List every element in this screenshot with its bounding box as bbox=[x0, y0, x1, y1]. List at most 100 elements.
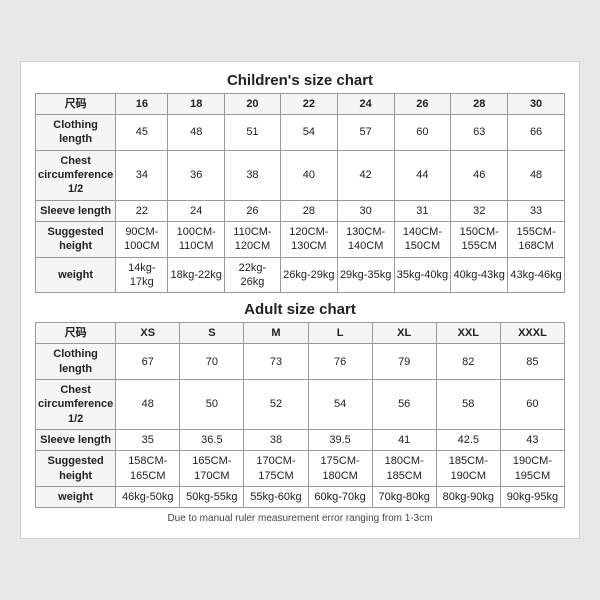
cell-value: 110CM-120CM bbox=[224, 221, 280, 257]
adult-header-row: 尺码XSSMLXLXXLXXXL bbox=[36, 323, 565, 344]
row-label: Clothing length bbox=[36, 344, 116, 380]
row-label: Chest circumference 1/2 bbox=[36, 150, 116, 200]
cell-value: 85 bbox=[500, 344, 564, 380]
cell-value: 31 bbox=[394, 200, 451, 221]
children-col-30: 30 bbox=[508, 93, 565, 114]
table-row: Sleeve length3536.53839.54142.543 bbox=[36, 429, 565, 450]
cell-value: 140CM-150CM bbox=[394, 221, 451, 257]
cell-value: 22kg-26kg bbox=[224, 257, 280, 293]
cell-value: 24 bbox=[168, 200, 225, 221]
cell-value: 38 bbox=[224, 150, 280, 200]
cell-value: 52 bbox=[244, 380, 308, 430]
row-label: Suggested height bbox=[36, 451, 116, 487]
cell-value: 57 bbox=[337, 115, 394, 151]
table-row: Clothing length4548515457606366 bbox=[36, 115, 565, 151]
children-col-24: 24 bbox=[337, 93, 394, 114]
cell-value: 60 bbox=[394, 115, 451, 151]
cell-value: 120CM-130CM bbox=[280, 221, 337, 257]
cell-value: 45 bbox=[116, 115, 168, 151]
adult-col-S: S bbox=[180, 323, 244, 344]
cell-value: 26 bbox=[224, 200, 280, 221]
cell-value: 32 bbox=[451, 200, 508, 221]
cell-value: 158CM-165CM bbox=[116, 451, 180, 487]
cell-value: 33 bbox=[508, 200, 565, 221]
cell-value: 66 bbox=[508, 115, 565, 151]
cell-value: 18kg-22kg bbox=[168, 257, 225, 293]
cell-value: 50kg-55kg bbox=[180, 486, 244, 507]
cell-value: 180CM-185CM bbox=[372, 451, 436, 487]
row-label: Clothing length bbox=[36, 115, 116, 151]
adult-col-XXXL: XXXL bbox=[500, 323, 564, 344]
table-row: Clothing length67707376798285 bbox=[36, 344, 565, 380]
cell-value: 26kg-29kg bbox=[280, 257, 337, 293]
children-col-20: 20 bbox=[224, 93, 280, 114]
table-row: Suggested height90CM-100CM100CM-110CM110… bbox=[36, 221, 565, 257]
cell-value: 38 bbox=[244, 429, 308, 450]
children-col-18: 18 bbox=[168, 93, 225, 114]
table-row: weight46kg-50kg50kg-55kg55kg-60kg60kg-70… bbox=[36, 486, 565, 507]
children-title: Children's size chart bbox=[35, 72, 565, 89]
cell-value: 54 bbox=[308, 380, 372, 430]
adult-col-XXL: XXL bbox=[436, 323, 500, 344]
adult-title: Adult size chart bbox=[35, 301, 565, 318]
row-label: Chest circumference 1/2 bbox=[36, 380, 116, 430]
cell-value: 58 bbox=[436, 380, 500, 430]
cell-value: 40 bbox=[280, 150, 337, 200]
row-label: weight bbox=[36, 486, 116, 507]
cell-value: 80kg-90kg bbox=[436, 486, 500, 507]
adult-col-M: M bbox=[244, 323, 308, 344]
cell-value: 14kg-17kg bbox=[116, 257, 168, 293]
table-row: Chest circumference 1/23436384042444648 bbox=[36, 150, 565, 200]
row-label: Sleeve length bbox=[36, 200, 116, 221]
cell-value: 155CM-168CM bbox=[508, 221, 565, 257]
cell-value: 39.5 bbox=[308, 429, 372, 450]
cell-value: 76 bbox=[308, 344, 372, 380]
cell-value: 30 bbox=[337, 200, 394, 221]
table-row: weight14kg-17kg18kg-22kg22kg-26kg26kg-29… bbox=[36, 257, 565, 293]
note: Due to manual ruler measurement error ra… bbox=[35, 513, 565, 524]
cell-value: 48 bbox=[116, 380, 180, 430]
children-col-16: 16 bbox=[116, 93, 168, 114]
cell-value: 22 bbox=[116, 200, 168, 221]
cell-value: 35 bbox=[116, 429, 180, 450]
children-col-28: 28 bbox=[451, 93, 508, 114]
cell-value: 43kg-46kg bbox=[508, 257, 565, 293]
children-col-26: 26 bbox=[394, 93, 451, 114]
cell-value: 63 bbox=[451, 115, 508, 151]
cell-value: 60 bbox=[500, 380, 564, 430]
cell-value: 46kg-50kg bbox=[116, 486, 180, 507]
cell-value: 70kg-80kg bbox=[372, 486, 436, 507]
cell-value: 82 bbox=[436, 344, 500, 380]
table-row: Chest circumference 1/248505254565860 bbox=[36, 380, 565, 430]
row-label: weight bbox=[36, 257, 116, 293]
cell-value: 190CM-195CM bbox=[500, 451, 564, 487]
cell-value: 34 bbox=[116, 150, 168, 200]
row-label: Suggested height bbox=[36, 221, 116, 257]
cell-value: 60kg-70kg bbox=[308, 486, 372, 507]
cell-value: 35kg-40kg bbox=[394, 257, 451, 293]
cell-value: 175CM-180CM bbox=[308, 451, 372, 487]
adult-col-label: 尺码 bbox=[36, 323, 116, 344]
table-row: Sleeve length2224262830313233 bbox=[36, 200, 565, 221]
adult-table: 尺码XSSMLXLXXLXXXL Clothing length67707376… bbox=[35, 322, 565, 508]
cell-value: 42 bbox=[337, 150, 394, 200]
cell-value: 28 bbox=[280, 200, 337, 221]
cell-value: 54 bbox=[280, 115, 337, 151]
cell-value: 36.5 bbox=[180, 429, 244, 450]
cell-value: 185CM-190CM bbox=[436, 451, 500, 487]
cell-value: 50 bbox=[180, 380, 244, 430]
cell-value: 48 bbox=[168, 115, 225, 151]
children-col-22: 22 bbox=[280, 93, 337, 114]
cell-value: 100CM-110CM bbox=[168, 221, 225, 257]
cell-value: 130CM-140CM bbox=[337, 221, 394, 257]
children-header-row: 尺码1618202224262830 bbox=[36, 93, 565, 114]
cell-value: 40kg-43kg bbox=[451, 257, 508, 293]
children-col-label: 尺码 bbox=[36, 93, 116, 114]
cell-value: 170CM-175CM bbox=[244, 451, 308, 487]
cell-value: 43 bbox=[500, 429, 564, 450]
cell-value: 55kg-60kg bbox=[244, 486, 308, 507]
cell-value: 165CM-170CM bbox=[180, 451, 244, 487]
adult-col-L: L bbox=[308, 323, 372, 344]
cell-value: 42.5 bbox=[436, 429, 500, 450]
table-row: Suggested height158CM-165CM165CM-170CM17… bbox=[36, 451, 565, 487]
